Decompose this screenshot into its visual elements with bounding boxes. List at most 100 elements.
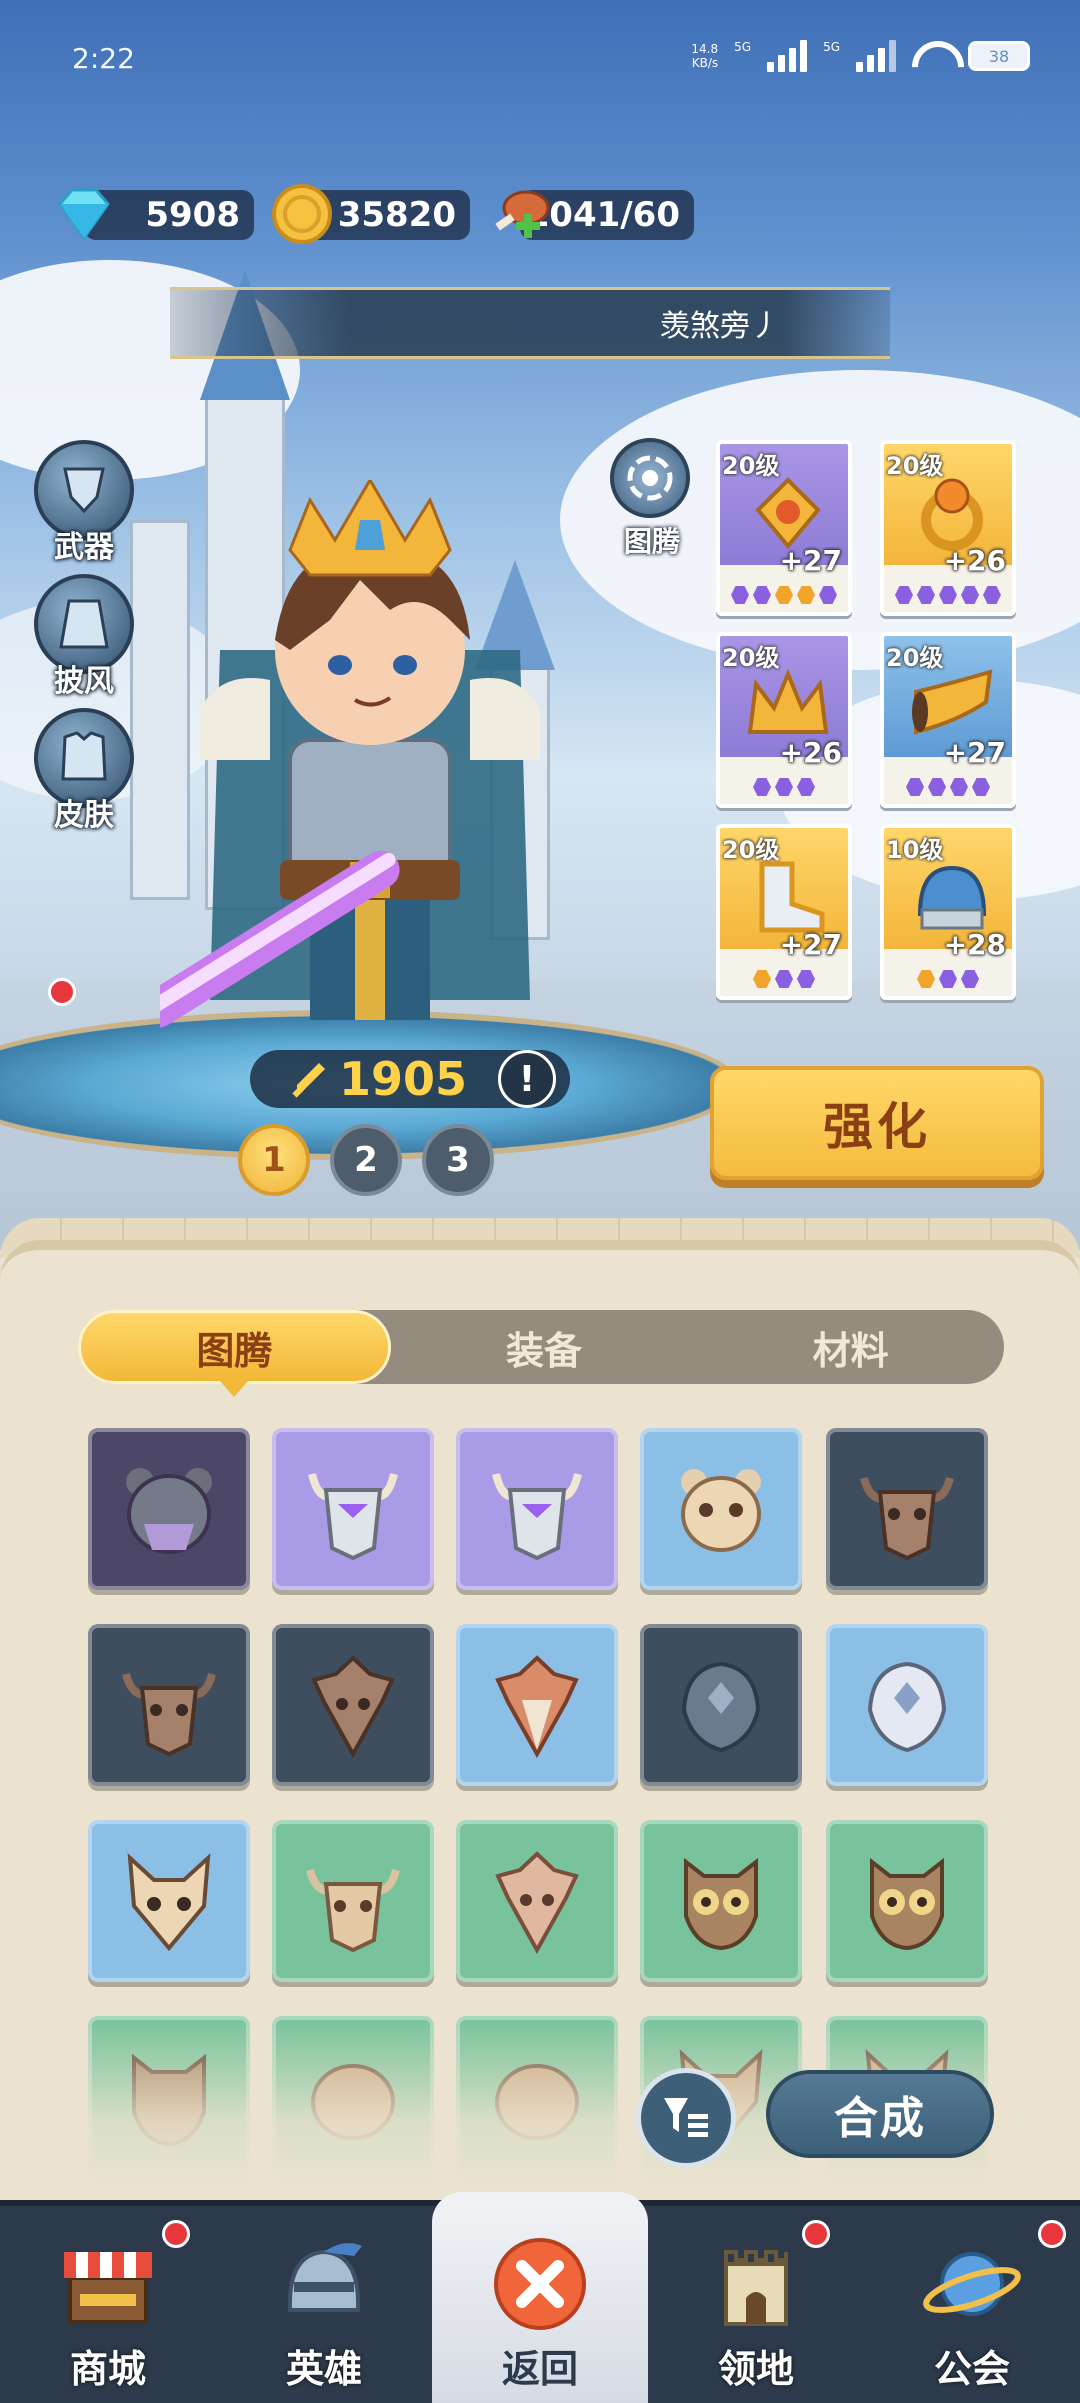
strengthen-button[interactable]: 强化 bbox=[710, 1066, 1044, 1180]
nav-guild[interactable]: 公会 bbox=[864, 2206, 1080, 2403]
equipment-slot-boots[interactable]: 20级 +27 bbox=[716, 824, 852, 1000]
cat-skull-icon bbox=[127, 1853, 211, 1952]
equipment-slot-helmet[interactable]: 10级 +28 bbox=[880, 824, 1016, 1000]
net-type-label: 5G bbox=[734, 40, 752, 54]
totem-item[interactable] bbox=[88, 1428, 250, 1590]
equipment-gems bbox=[884, 970, 1012, 988]
tab-totem[interactable]: 图腾 bbox=[78, 1310, 391, 1397]
equipment-gems bbox=[720, 586, 848, 604]
meat-stamina-icon[interactable] bbox=[486, 180, 554, 248]
status-bar-right: 14.8 KB/s 5G 5G 38 bbox=[691, 40, 1030, 72]
nav-guild-label: 公会 bbox=[933, 2347, 1010, 2391]
bull-skull-icon bbox=[860, 1476, 954, 1561]
cape-button[interactable]: 披风 bbox=[34, 574, 134, 700]
planet-icon bbox=[923, 2252, 1021, 2316]
totem-item[interactable] bbox=[272, 1428, 434, 1590]
equipment-slot-crown[interactable]: 20级 +26 bbox=[716, 632, 852, 808]
bear-skull-icon bbox=[681, 1469, 761, 1552]
totem-item[interactable] bbox=[640, 1428, 802, 1590]
power-value: 1905 bbox=[338, 1052, 468, 1106]
status-time: 2:22 bbox=[72, 42, 135, 75]
power-info-button[interactable]: ! bbox=[498, 1050, 556, 1108]
signal-icon bbox=[767, 40, 808, 72]
equipment-gems bbox=[720, 970, 848, 988]
tab-equipment[interactable]: 装备 bbox=[391, 1310, 698, 1384]
equipment-gems bbox=[720, 778, 848, 796]
totem-item[interactable] bbox=[88, 1624, 250, 1786]
equipment-bonus: +27 bbox=[943, 736, 1006, 769]
nav-back[interactable]: 返回 bbox=[432, 2192, 648, 2403]
bull-skull-icon bbox=[306, 1868, 400, 1953]
page-button-2[interactable]: 2 bbox=[330, 1124, 402, 1196]
equipment-bonus: +28 bbox=[943, 928, 1006, 961]
loadout-page-selector: 1 2 3 bbox=[238, 1124, 494, 1196]
page-button-1[interactable]: 1 bbox=[238, 1124, 310, 1196]
page-button-3[interactable]: 3 bbox=[422, 1124, 494, 1196]
sword-icon bbox=[63, 467, 105, 514]
totem-item[interactable] bbox=[272, 1624, 434, 1786]
equipment-slot-amulet[interactable]: 20级 +27 bbox=[716, 440, 852, 616]
totem-swirl-icon bbox=[627, 455, 673, 501]
bird-skull-icon bbox=[495, 1655, 579, 1759]
equipment-gems bbox=[884, 586, 1012, 604]
totem-item[interactable] bbox=[456, 1624, 618, 1786]
weapon-button[interactable]: 武器 bbox=[34, 440, 134, 566]
owl-mask-icon bbox=[684, 1857, 758, 1951]
totem-item[interactable] bbox=[88, 1820, 250, 1982]
nav-territory-label: 领地 bbox=[717, 2347, 794, 2391]
nav-territory[interactable]: 领地 bbox=[648, 2206, 864, 2403]
equipment-gems bbox=[884, 778, 1012, 796]
combine-button[interactable]: 合成 bbox=[766, 2070, 994, 2158]
castle-icon bbox=[724, 2250, 788, 2326]
tab-materials[interactable]: 材料 bbox=[697, 1310, 1004, 1384]
fish-skull-icon bbox=[681, 1661, 761, 1753]
nav-hero[interactable]: 英雄 bbox=[216, 2206, 432, 2403]
equipment-bonus: +26 bbox=[943, 544, 1006, 577]
totem-button[interactable]: 图腾 bbox=[610, 438, 694, 560]
player-name: 羡煞旁丿 bbox=[660, 309, 780, 344]
diamond-icon bbox=[58, 188, 110, 241]
net-speed: 14.8 KB/s bbox=[691, 42, 719, 70]
bull-mask-icon bbox=[492, 1473, 582, 1561]
hero-helmet-icon bbox=[287, 2243, 362, 2312]
skin-label: 皮肤 bbox=[54, 798, 114, 833]
equipment-bonus: +26 bbox=[779, 736, 842, 769]
filter-button[interactable] bbox=[636, 2068, 736, 2168]
totem-item[interactable] bbox=[640, 1820, 802, 1982]
totem-item[interactable] bbox=[456, 1428, 618, 1590]
hero-character[interactable] bbox=[160, 480, 580, 1080]
totem-item[interactable] bbox=[640, 1624, 802, 1786]
signal-icon bbox=[856, 40, 896, 72]
equipment-bonus: +27 bbox=[779, 928, 842, 961]
totem-item[interactable] bbox=[456, 1820, 618, 1982]
nav-hero-label: 英雄 bbox=[285, 2347, 362, 2391]
skin-button[interactable]: 皮肤 bbox=[34, 708, 134, 834]
sword-power-icon bbox=[292, 1063, 325, 1098]
cape-label: 披风 bbox=[54, 664, 114, 699]
armor-icon bbox=[61, 731, 107, 781]
bird-skull-icon bbox=[311, 1655, 395, 1759]
close-icon bbox=[494, 2238, 586, 2330]
owl-mask-icon bbox=[870, 1857, 944, 1951]
fish-skull-icon bbox=[867, 1661, 947, 1753]
weapon-label: 武器 bbox=[54, 530, 114, 565]
wifi-icon bbox=[912, 41, 952, 71]
nav-shop[interactable]: 商城 bbox=[0, 2206, 216, 2403]
bird-skull-icon bbox=[495, 1851, 579, 1955]
player-name-banner: 羡煞旁丿 bbox=[170, 287, 890, 359]
nav-back-label: 返回 bbox=[501, 2347, 578, 2391]
gold-coin-icon bbox=[272, 184, 332, 244]
nav-shop-label: 商城 bbox=[69, 2347, 146, 2391]
totem-item[interactable] bbox=[826, 1624, 988, 1786]
notification-badge bbox=[802, 2220, 830, 2248]
totem-item[interactable] bbox=[826, 1428, 988, 1590]
cape-icon bbox=[59, 599, 109, 649]
bottom-nav: 商城 英雄 返回 领地 公会 bbox=[0, 2192, 1080, 2403]
totem-item[interactable] bbox=[272, 1820, 434, 1982]
totem-item[interactable] bbox=[826, 1820, 988, 1982]
equipment-slot-ring[interactable]: 20级 +26 bbox=[880, 440, 1016, 616]
equipment-slot-horn[interactable]: 20级 +27 bbox=[880, 632, 1016, 808]
bull-mask-icon bbox=[308, 1473, 398, 1561]
battery-icon: 38 bbox=[968, 41, 1030, 71]
inventory-tabs: 图腾 装备 材料 bbox=[78, 1310, 1004, 1397]
